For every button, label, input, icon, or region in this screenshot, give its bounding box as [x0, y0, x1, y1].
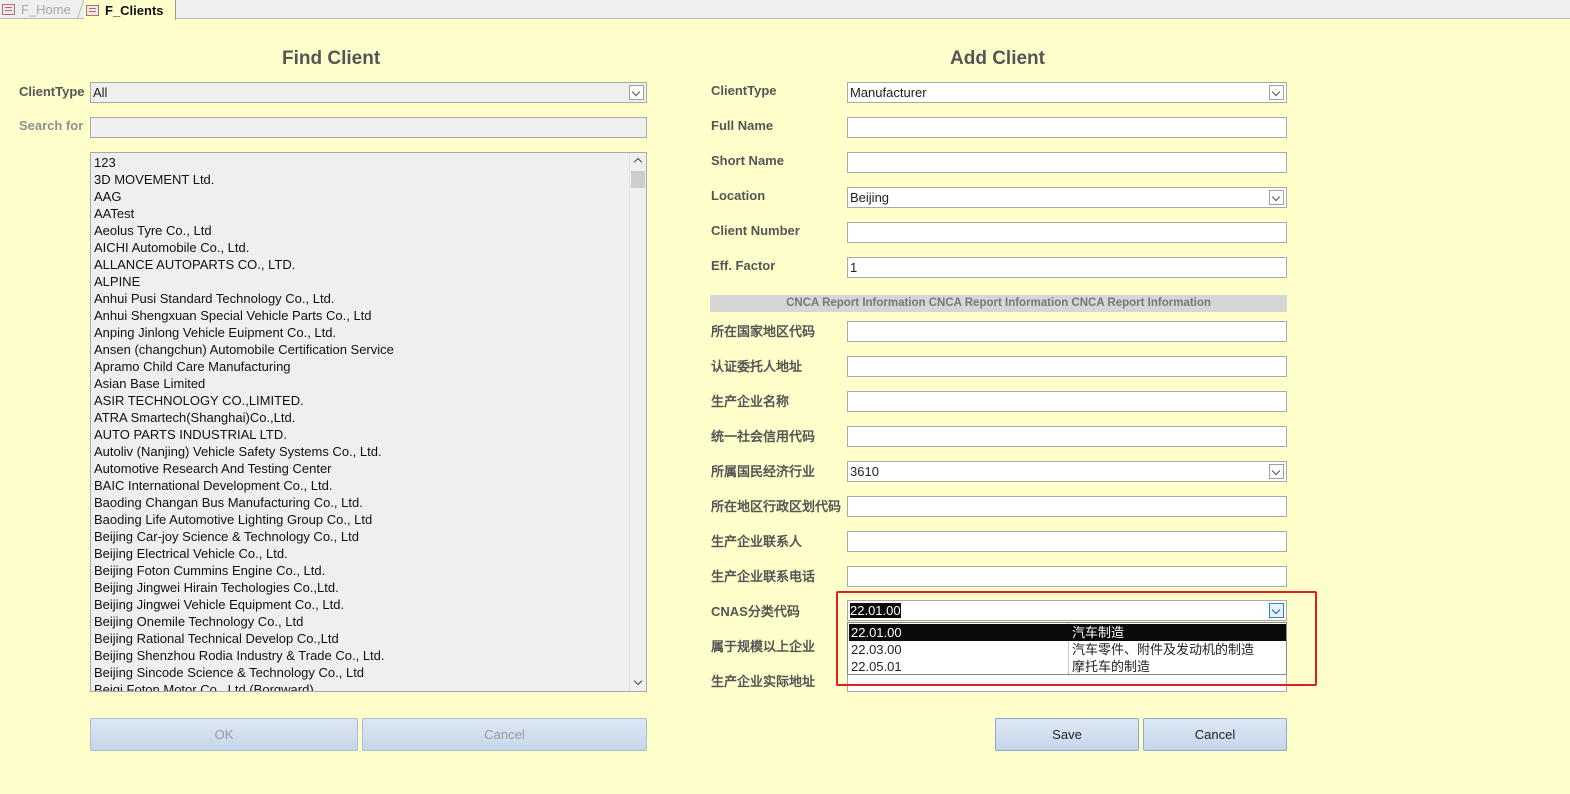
- list-item[interactable]: Beijing Jingwei Vehicle Equipment Co., L…: [94, 596, 624, 613]
- find-clienttype-select[interactable]: All: [90, 82, 647, 103]
- find-ok-button[interactable]: OK: [90, 718, 358, 751]
- contact-label: 生产企业联系人: [711, 534, 803, 549]
- phone-label: 生产企业联系电话: [711, 569, 816, 584]
- manufacturer-name-input[interactable]: [847, 391, 1287, 412]
- applicant-address-label: 认证委托人地址: [711, 359, 803, 374]
- search-input[interactable]: [90, 117, 647, 138]
- list-item[interactable]: Beijing Sincode Science & Technology Co.…: [94, 664, 624, 681]
- chevron-down-icon[interactable]: [629, 85, 644, 100]
- list-item[interactable]: BAIC International Development Co., Ltd.: [94, 477, 624, 494]
- red-annotation-box: [836, 591, 1317, 686]
- short-name-input[interactable]: [847, 152, 1287, 173]
- list-item[interactable]: Beijing Jingwei Hirain Techologies Co.,L…: [94, 579, 624, 596]
- chevron-down-icon[interactable]: [1269, 190, 1284, 205]
- list-item[interactable]: Beijing Rational Technical Develop Co.,L…: [94, 630, 624, 647]
- form-icon: [2, 4, 15, 15]
- full-name-input[interactable]: [847, 117, 1287, 138]
- find-client-title: Find Client: [282, 48, 381, 69]
- list-item[interactable]: 123: [94, 154, 624, 171]
- add-clienttype-value: Manufacturer: [850, 85, 927, 100]
- list-item[interactable]: Anping Jinlong Vehicle Euipment Co., Ltd…: [94, 324, 624, 341]
- list-item[interactable]: Beiqi Foton Motor Co., Ltd.(Borgward): [94, 681, 624, 691]
- list-item[interactable]: Baoding Life Automotive Lighting Group C…: [94, 511, 624, 528]
- list-item[interactable]: Beijing Car-joy Science & Technology Co.…: [94, 528, 624, 545]
- location-label: Location: [711, 188, 766, 203]
- cnca-section-header: CNCA Report Information CNCA Report Info…: [710, 295, 1287, 312]
- find-clienttype-value: All: [93, 85, 108, 100]
- list-item[interactable]: Baoding Changan Bus Manufacturing Co., L…: [94, 494, 624, 511]
- search-for-label: Search for: [19, 118, 84, 133]
- tab-f-home[interactable]: F_Home: [0, 0, 82, 19]
- find-cancel-button[interactable]: Cancel: [362, 718, 647, 751]
- list-item[interactable]: Automotive Research And Testing Center: [94, 460, 624, 477]
- full-name-label: Full Name: [711, 118, 774, 133]
- list-item[interactable]: Asian Base Limited: [94, 375, 624, 392]
- client-number-input[interactable]: [847, 222, 1287, 243]
- add-client-title: Add Client: [950, 48, 1045, 69]
- credit-code-input[interactable]: [847, 426, 1287, 447]
- list-item[interactable]: AICHI Automobile Co., Ltd.: [94, 239, 624, 256]
- list-item[interactable]: Anhui Shengxuan Special Vehicle Parts Co…: [94, 307, 624, 324]
- list-item[interactable]: Anhui Pusi Standard Technology Co., Ltd.: [94, 290, 624, 307]
- industry-label: 所属国民经济行业: [711, 464, 816, 479]
- list-item[interactable]: Beijing Onemile Technology Co., Ltd: [94, 613, 624, 630]
- list-item[interactable]: ASIR TECHNOLOGY CO.,LIMITED.: [94, 392, 624, 409]
- location-select[interactable]: Beijing: [847, 187, 1287, 208]
- list-item[interactable]: ATRA Smartech(Shanghai)Co.,Ltd.: [94, 409, 624, 426]
- list-item[interactable]: AUTO PARTS INDUSTRIAL LTD.: [94, 426, 624, 443]
- scale-label: 属于规模以上企业: [711, 639, 816, 654]
- form-icon: [86, 4, 99, 16]
- list-item[interactable]: 3D MOVEMENT Ltd.: [94, 171, 624, 188]
- chevron-down-icon[interactable]: [1269, 85, 1284, 100]
- industry-select[interactable]: 3610: [847, 461, 1287, 482]
- short-name-label: Short Name: [711, 153, 784, 168]
- country-code-input[interactable]: [847, 321, 1287, 342]
- client-number-label: Client Number: [711, 223, 800, 238]
- list-item[interactable]: Beijing Electrical Vehicle Co., Ltd.: [94, 545, 624, 562]
- location-value: Beijing: [850, 190, 890, 205]
- add-clienttype-select[interactable]: Manufacturer: [847, 82, 1287, 103]
- region-code-label: 所在地区行政区划代码: [711, 499, 842, 514]
- add-clienttype-label: ClientType: [711, 83, 777, 98]
- cnas-code-label: CNAS分类代码: [711, 604, 800, 619]
- client-list-items: 123 3D MOVEMENT Ltd. AAG AATest Aeolus Tyre …: [94, 154, 624, 691]
- list-item[interactable]: Aeolus Tyre Co., Ltd: [94, 222, 624, 239]
- list-item[interactable]: AATest: [94, 205, 624, 222]
- list-item[interactable]: Autoliv (Nanjing) Vehicle Safety Systems…: [94, 443, 624, 460]
- list-item[interactable]: Beijing Shenzhou Rodia Industry & Trade …: [94, 647, 624, 664]
- list-scrollbar[interactable]: [629, 153, 646, 691]
- list-item[interactable]: ALLANCE AUTOPARTS CO., LTD.: [94, 256, 624, 273]
- phone-input[interactable]: [847, 566, 1287, 587]
- chevron-down-icon[interactable]: [1269, 464, 1284, 479]
- eff-factor-label: Eff. Factor: [711, 258, 776, 273]
- region-code-input[interactable]: [847, 496, 1287, 517]
- country-code-label: 所在国家地区代码: [711, 324, 816, 339]
- save-button[interactable]: Save: [995, 718, 1139, 751]
- tab-label: F_Home: [21, 2, 71, 17]
- list-item[interactable]: AAG: [94, 188, 624, 205]
- document-tab-bar: F_Home F_Clients: [0, 0, 1570, 20]
- list-item[interactable]: Ansen (changchun) Automobile Certificati…: [94, 341, 624, 358]
- add-cancel-button[interactable]: Cancel: [1143, 718, 1287, 751]
- actual-address-label: 生产企业实际地址: [711, 674, 816, 689]
- scroll-up-icon[interactable]: [630, 153, 646, 170]
- list-item[interactable]: Beijing Foton Cummins Engine Co., Ltd.: [94, 562, 624, 579]
- list-item[interactable]: Apramo Child Care Manufacturing: [94, 358, 624, 375]
- industry-value: 3610: [850, 464, 879, 479]
- applicant-address-input[interactable]: [847, 356, 1287, 377]
- credit-code-label: 统一社会信用代码: [711, 429, 816, 444]
- tab-label: F_Clients: [105, 2, 164, 18]
- scroll-down-icon[interactable]: [630, 674, 646, 691]
- contact-input[interactable]: [847, 531, 1287, 552]
- eff-factor-input[interactable]: 1: [847, 257, 1287, 278]
- find-clienttype-label: ClientType: [19, 84, 85, 99]
- list-item[interactable]: ALPINE: [94, 273, 624, 290]
- client-list[interactable]: 123 3D MOVEMENT Ltd. AAG AATest Aeolus Tyre …: [90, 152, 647, 692]
- tab-f-clients[interactable]: F_Clients: [84, 0, 176, 20]
- scroll-thumb[interactable]: [631, 171, 645, 188]
- manufacturer-name-label: 生产企业名称: [711, 394, 790, 409]
